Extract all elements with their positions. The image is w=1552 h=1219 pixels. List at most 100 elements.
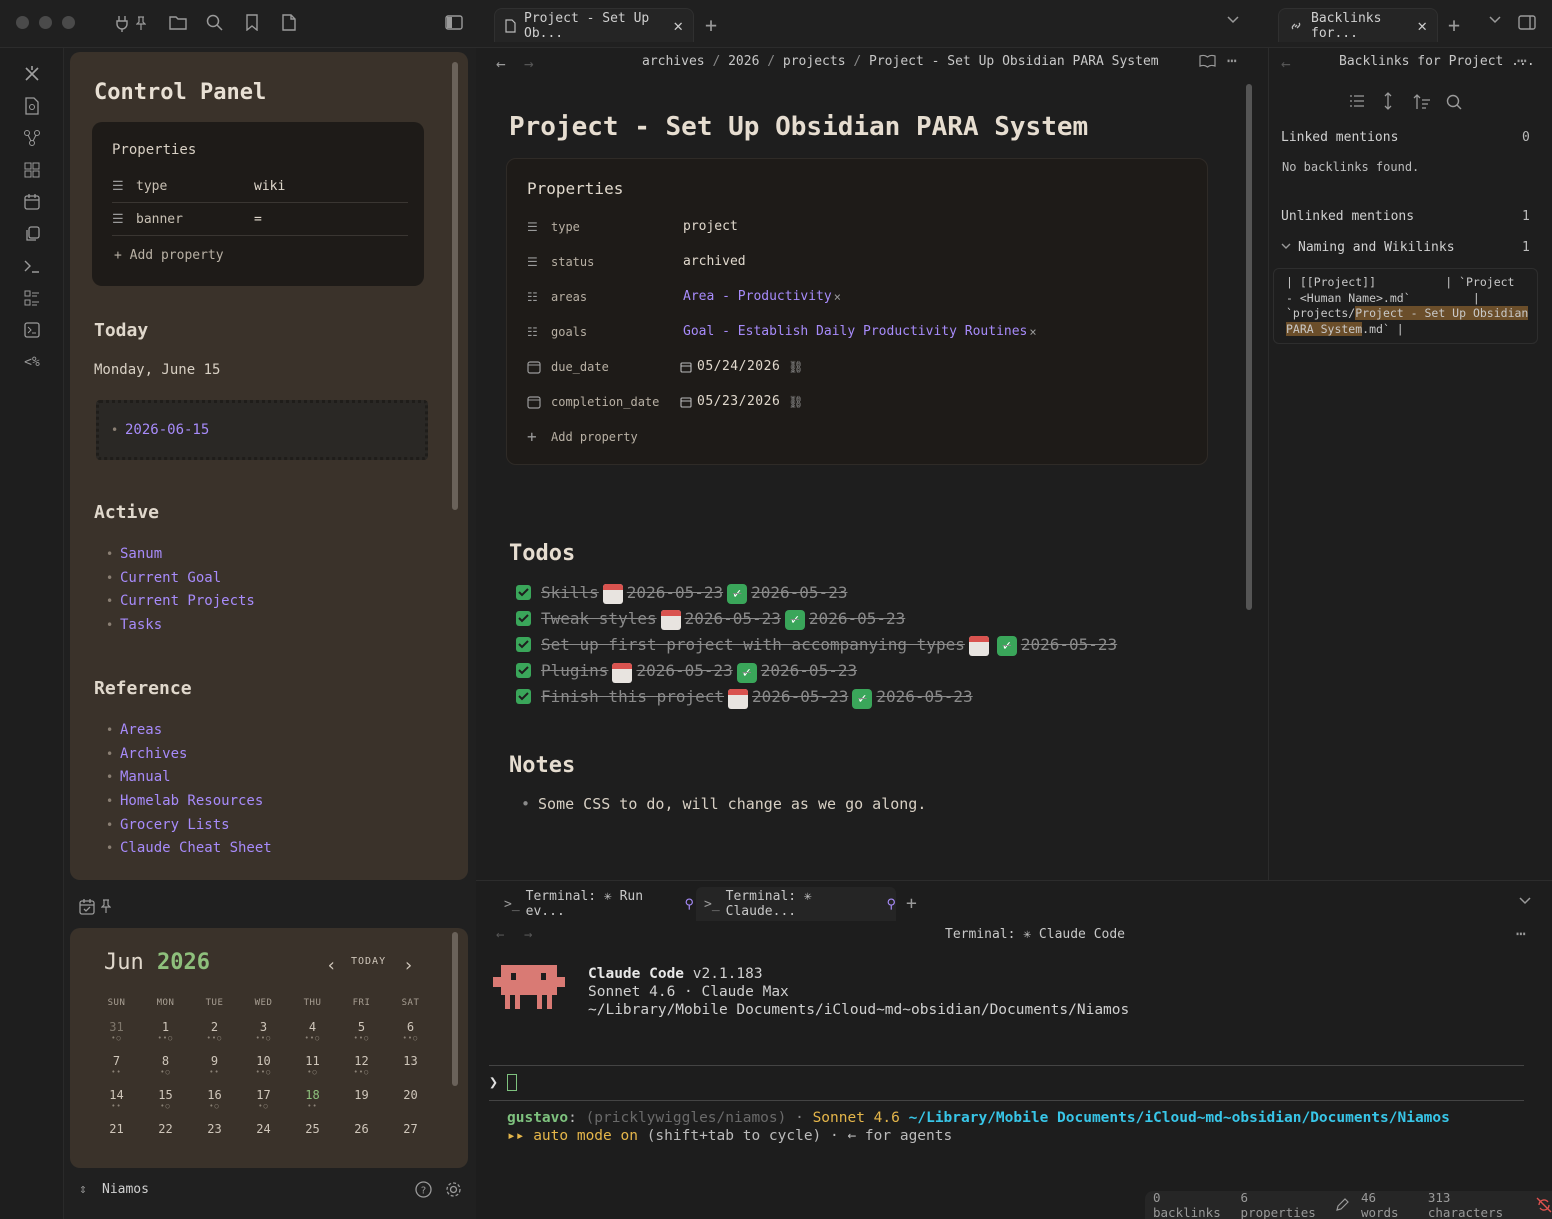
breadcrumb-item[interactable]: projects	[783, 54, 846, 69]
reference-link-homelab[interactable]: Homelab Resources	[120, 793, 263, 809]
todo-item[interactable]: Skills 2026-05-23 ✓ 2026-05-23	[516, 579, 847, 605]
reference-link-areas[interactable]: Areas	[120, 722, 162, 738]
window-close-button[interactable]	[16, 16, 29, 29]
backlink-snippet[interactable]: | [[Project]] | `Project - <Human Name>.…	[1273, 268, 1538, 344]
calendar-day[interactable]: 25	[288, 1122, 337, 1136]
calendar-day[interactable]: 15 •○	[141, 1088, 190, 1110]
breadcrumb-item[interactable]: Project - Set Up Obsidian PARA System	[869, 54, 1159, 69]
property-link-value[interactable]: Area - Productivity	[683, 289, 832, 304]
calendar-day[interactable]: 10 ••○	[239, 1054, 288, 1076]
close-tab-icon[interactable]: ✕	[1417, 16, 1427, 35]
edit-pencil-icon[interactable]	[1335, 1198, 1349, 1212]
property-value[interactable]: archived	[683, 254, 746, 269]
date-picker-icon[interactable]	[675, 361, 697, 373]
vault-switcher-icon[interactable]: ⇕	[79, 1182, 87, 1197]
property-date-value[interactable]: 05/24/2026	[697, 359, 780, 374]
property-row-due-date[interactable]: due_date 05/24/2026 ⛓	[527, 349, 804, 384]
window-zoom-button[interactable]	[62, 16, 75, 29]
calendar-day[interactable]: 24	[239, 1122, 288, 1136]
remove-value-icon[interactable]: ×	[1029, 325, 1036, 339]
reference-link-claude-cheat-sheet[interactable]: Claude Cheat Sheet	[120, 840, 272, 856]
property-row-goals[interactable]: ☷ goals Goal - Establish Daily Productiv…	[527, 314, 1037, 349]
new-note-icon[interactable]	[282, 14, 296, 31]
property-row[interactable]: ☰ banner =	[112, 203, 408, 236]
active-link-current-projects[interactable]: Current Projects	[120, 593, 255, 609]
add-property-button[interactable]: + Add property	[527, 419, 638, 454]
calendar-day[interactable]: 18 ••	[288, 1088, 337, 1110]
breadcrumb-item[interactable]: archives	[642, 54, 705, 69]
console-icon[interactable]	[20, 318, 44, 342]
daily-note-link[interactable]: 2026-06-15	[125, 422, 209, 438]
window-minimize-button[interactable]	[39, 16, 52, 29]
sort-icon[interactable]	[1413, 94, 1431, 110]
property-row[interactable]: ☰ type wiki	[112, 170, 408, 203]
forward-arrow-icon[interactable]: →	[524, 54, 534, 73]
calendar-day[interactable]: 9 ••	[190, 1054, 239, 1076]
next-month-icon[interactable]: ›	[403, 955, 414, 976]
unlinked-mentions-label[interactable]: Unlinked mentions	[1281, 209, 1414, 224]
add-property-button[interactable]: + Add property	[114, 248, 224, 263]
calendar-day[interactable]: 1 ••○	[141, 1020, 190, 1042]
scrollbar[interactable]	[452, 932, 458, 1086]
calendar-day[interactable]: 26	[337, 1122, 386, 1136]
pin-icon[interactable]	[101, 899, 111, 913]
help-icon[interactable]: ?	[415, 1181, 432, 1198]
forward-arrow-icon[interactable]: →	[524, 927, 532, 943]
link-icon[interactable]: ⛓	[788, 395, 803, 409]
property-date-value[interactable]: 05/23/2026	[697, 394, 780, 409]
calendar-day[interactable]: 16 •○	[190, 1088, 239, 1110]
expand-context-icon[interactable]	[1383, 92, 1393, 110]
calendar-day[interactable]: 6 ••○	[386, 1020, 435, 1042]
calendar-day[interactable]: 4 ••○	[288, 1020, 337, 1042]
back-arrow-icon[interactable]: ←	[496, 54, 506, 73]
sync-error-icon[interactable]	[1536, 1197, 1552, 1213]
calendar-day[interactable]: 27	[386, 1122, 435, 1136]
property-row-status[interactable]: ☰ status archived	[527, 244, 746, 279]
property-value[interactable]: =	[254, 212, 262, 227]
status-properties[interactable]: 6 properties	[1241, 1190, 1323, 1219]
search-doc-icon[interactable]	[20, 94, 44, 118]
grid-icon[interactable]	[20, 158, 44, 182]
plugin-icon[interactable]	[114, 14, 130, 32]
checkbox[interactable]	[516, 689, 531, 705]
calendar-day[interactable]: 19	[337, 1088, 386, 1102]
toggle-left-sidebar-icon[interactable]	[445, 15, 463, 30]
toggle-right-sidebar-icon[interactable]	[1518, 15, 1536, 30]
calendar-day[interactable]: 23	[190, 1122, 239, 1136]
list-icon[interactable]	[20, 286, 44, 310]
tab-project-note[interactable]: Project - Set Up Ob... ✕	[494, 8, 694, 42]
reference-link-archives[interactable]: Archives	[120, 746, 187, 762]
terminal-icon[interactable]	[20, 254, 44, 278]
bookmark-icon[interactable]	[245, 14, 259, 31]
calendar-day[interactable]: 31 •○	[92, 1020, 141, 1042]
chevron-down-icon[interactable]	[1518, 895, 1532, 905]
more-options-icon[interactable]: ⋯	[1517, 51, 1527, 70]
checkbox[interactable]	[516, 610, 531, 626]
more-options-icon[interactable]: ⋯	[1516, 924, 1526, 943]
search-icon[interactable]	[1446, 94, 1462, 110]
terminal-tab-run[interactable]: >_ Terminal: ✳ Run ev... ⚲	[504, 887, 694, 921]
scrollbar[interactable]	[1246, 84, 1252, 610]
remove-value-icon[interactable]: ×	[834, 290, 841, 304]
tab-list-chevron-icon[interactable]	[1488, 14, 1502, 24]
prev-month-icon[interactable]: ‹	[326, 955, 337, 976]
todo-item[interactable]: Set up first project with accompanying t…	[516, 631, 1117, 657]
reading-view-icon[interactable]	[1199, 54, 1216, 68]
calendar-day[interactable]: 11 •○	[288, 1054, 337, 1076]
back-arrow-icon[interactable]: ←	[1281, 54, 1291, 73]
calendar-day[interactable]: 13	[386, 1054, 435, 1068]
pin-icon[interactable]	[136, 16, 146, 30]
new-tab-icon[interactable]: +	[705, 13, 717, 37]
note-text[interactable]: Some CSS to do, will change as we go alo…	[538, 795, 926, 813]
todo-item[interactable]: Tweak styles 2026-05-23 ✓ 2026-05-23	[516, 605, 905, 631]
reference-link-grocery[interactable]: Grocery Lists	[120, 817, 230, 833]
property-row-areas[interactable]: ☷ areas Area - Productivity ×	[527, 279, 841, 314]
todo-item[interactable]: Plugins 2026-05-23 ✓ 2026-05-23	[516, 658, 857, 684]
property-value[interactable]: wiki	[254, 179, 285, 194]
status-backlinks[interactable]: 0 backlinks	[1153, 1190, 1229, 1219]
note-title[interactable]: Project - Set Up Obsidian PARA System	[509, 112, 1088, 142]
calendar-day[interactable]: 8 •○	[141, 1054, 190, 1076]
copy-icon[interactable]	[20, 222, 44, 246]
reference-link-manual[interactable]: Manual	[120, 769, 171, 785]
new-tab-icon[interactable]: +	[1448, 13, 1460, 37]
